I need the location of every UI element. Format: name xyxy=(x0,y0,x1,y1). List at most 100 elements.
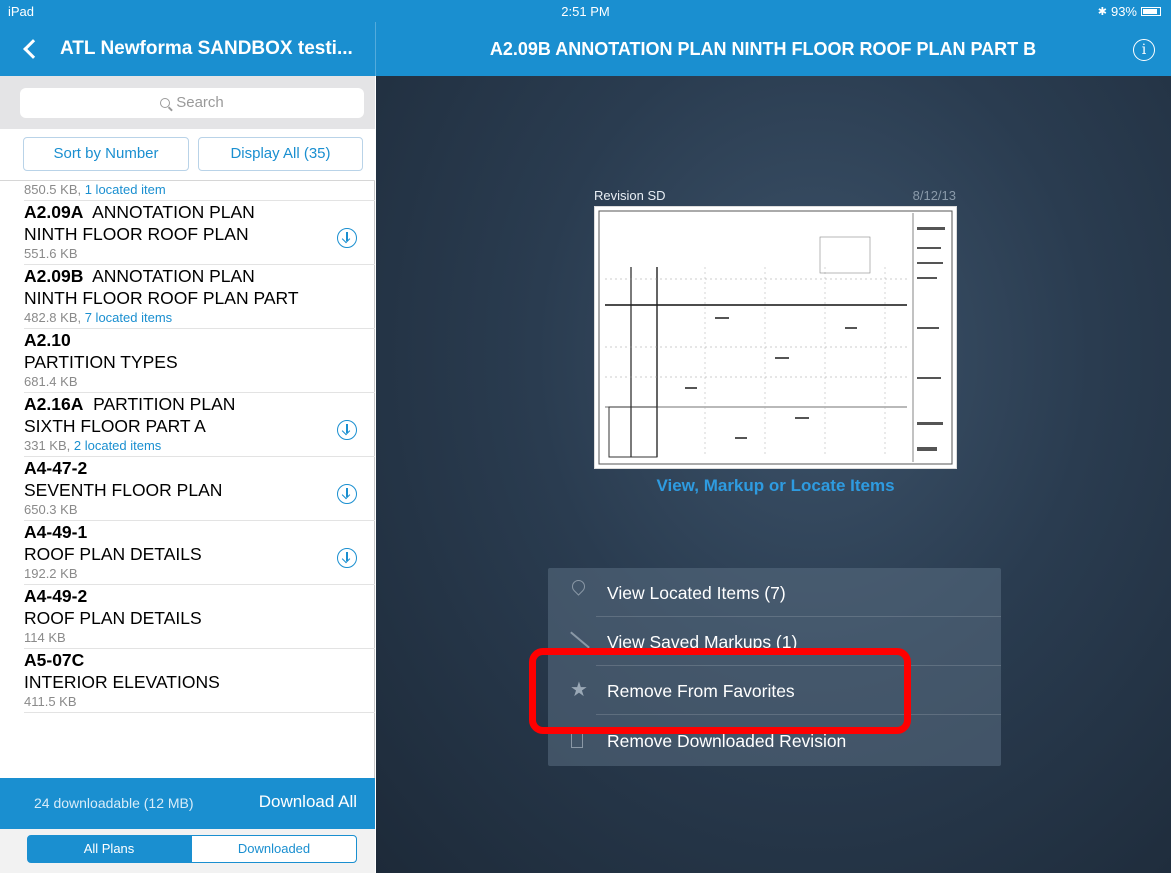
sort-by-number-button[interactable]: Sort by Number xyxy=(23,137,189,171)
download-icon[interactable] xyxy=(337,484,357,504)
item-title-line2: INTERIOR ELEVATIONS xyxy=(24,672,220,692)
list-item[interactable]: A2.09A ANNOTATION PLAN NINTH FLOOR ROOF … xyxy=(0,201,375,265)
sheet-title: A2.09B ANNOTATION PLAN NINTH FLOOR ROOF … xyxy=(489,39,1037,59)
item-title: A5-07C xyxy=(24,649,319,671)
list-item[interactable]: A2.10 PARTITION TYPES 681.4 KB xyxy=(0,329,375,393)
item-title: A2.10 xyxy=(24,329,319,351)
item-meta: 551.6 KB xyxy=(24,245,375,265)
item-size: 331 KB, xyxy=(24,438,74,453)
list-item[interactable]: 850.5 KB, 1 located item xyxy=(0,181,375,201)
item-number: A4-49-1 xyxy=(24,522,88,542)
battery-icon xyxy=(1141,7,1161,16)
item-title-inline: ANNOTATION PLAN xyxy=(92,266,255,286)
bluetooth-icon: ✱ xyxy=(1097,6,1107,18)
item-title: A4-49-2 xyxy=(24,585,319,607)
download-icon[interactable] xyxy=(337,548,357,568)
item-title: A4-47-2 xyxy=(24,457,319,479)
download-icon[interactable] xyxy=(337,228,357,248)
display-all-button[interactable]: Display All (35) xyxy=(198,137,363,171)
item-title-line2: NINTH FLOOR ROOF PLAN xyxy=(24,224,249,244)
project-nav: ATL Newforma SANDBOX testi... xyxy=(0,22,375,76)
item-title-line2: SEVENTH FLOOR PLAN xyxy=(24,480,223,500)
status-bar: iPad 2:51 PM ✱ 93% xyxy=(0,0,1171,22)
item-title-inline: PARTITION PLAN xyxy=(93,394,236,414)
item-title: A2.16A PARTITION PLAN xyxy=(24,393,319,415)
item-number: A2.10 xyxy=(24,330,71,350)
downloadable-info: 24 downloadable (12 MB) xyxy=(34,795,194,811)
location-pin-icon xyxy=(569,577,588,596)
item-title-line2: NINTH FLOOR ROOF PLAN PART xyxy=(24,288,299,308)
sort-bar: Sort by Number Display All (35) xyxy=(0,129,375,181)
view-located-items-button[interactable]: View Located Items (7) xyxy=(548,568,1001,617)
item-title-line2: ROOF PLAN DETAILS xyxy=(24,544,202,564)
item-size: 551.6 KB xyxy=(24,246,78,261)
item-number: A4-49-2 xyxy=(24,586,88,606)
segment-downloaded[interactable]: Downloaded xyxy=(191,835,357,863)
item-title-inline: ANNOTATION PLAN xyxy=(92,202,255,222)
list-item[interactable]: A4-49-1 ROOF PLAN DETAILS 192.2 KB xyxy=(0,521,375,585)
item-title-line2: ROOF PLAN DETAILS xyxy=(24,608,202,628)
item-number: A4-47-2 xyxy=(24,458,88,478)
located-items-link[interactable]: 7 located items xyxy=(85,310,172,325)
sheet-thumbnail[interactable] xyxy=(594,206,957,469)
top-bar: iPad 2:51 PM ✱ 93% ATL Newforma SANDBOX … xyxy=(0,0,1171,76)
item-size: 850.5 KB, xyxy=(24,182,85,197)
item-meta: 331 KB, 2 located items xyxy=(24,437,375,457)
item-meta: 114 KB xyxy=(24,629,375,649)
menu-item-label: View Located Items (7) xyxy=(607,583,786,603)
highlight-box xyxy=(529,648,911,734)
info-icon[interactable]: i xyxy=(1133,39,1155,61)
item-number: A5-07C xyxy=(24,650,85,670)
battery-percent: 93% xyxy=(1110,4,1137,19)
item-meta: 482.8 KB, 7 located items xyxy=(24,309,375,329)
item-size: 482.8 KB, xyxy=(24,310,85,325)
item-meta: 192.2 KB xyxy=(24,565,375,585)
item-meta: 411.5 KB xyxy=(24,693,375,713)
clock: 2:51 PM xyxy=(561,4,610,19)
located-items-link[interactable]: 2 located items xyxy=(74,438,161,453)
plans-list[interactable]: 850.5 KB, 1 located item A2.09A ANNOTATI… xyxy=(0,181,375,773)
revision-date: 8/12/13 xyxy=(912,188,956,203)
item-size: 114 KB xyxy=(24,630,66,645)
pencil-icon xyxy=(570,631,590,649)
drawing-preview xyxy=(598,210,953,465)
item-meta: 681.4 KB xyxy=(24,373,375,393)
search-bar: Search xyxy=(0,76,375,129)
plans-filter-segment: All Plans Downloaded xyxy=(0,829,375,873)
item-title: A2.09A ANNOTATION PLAN xyxy=(24,201,319,223)
search-input[interactable]: Search xyxy=(20,88,364,118)
search-icon xyxy=(160,98,171,108)
item-size: 192.2 KB xyxy=(24,566,78,581)
item-size: 411.5 KB xyxy=(24,694,77,709)
back-chevron-icon[interactable] xyxy=(23,39,43,59)
item-title-line2: SIXTH FLOOR PART A xyxy=(24,416,206,436)
item-size: 650.3 KB xyxy=(24,502,78,517)
battery-status: ✱ 93% xyxy=(1098,4,1161,19)
sheet-detail-panel: Revision SD 8/12/13 View, Markup or Loca… xyxy=(376,76,1171,873)
project-title[interactable]: ATL Newforma SANDBOX testi... xyxy=(60,38,353,60)
item-title-line2: PARTITION TYPES xyxy=(24,352,178,372)
menu-item-label: Remove Downloaded Revision xyxy=(607,731,847,751)
list-item[interactable]: A2.09B ANNOTATION PLAN NINTH FLOOR ROOF … xyxy=(0,265,375,329)
segment-all-plans[interactable]: All Plans xyxy=(27,835,191,863)
item-number: A2.09A xyxy=(24,202,84,222)
item-size: 681.4 KB xyxy=(24,374,78,389)
item-meta: 650.3 KB xyxy=(24,501,375,521)
list-item[interactable]: A2.16A PARTITION PLAN SIXTH FLOOR PART A… xyxy=(0,393,375,457)
list-item[interactable]: A4-49-2 ROOF PLAN DETAILS 114 KB xyxy=(0,585,375,649)
item-title: A2.09B ANNOTATION PLAN xyxy=(24,265,319,287)
revision-label: Revision SD xyxy=(594,188,666,203)
located-items-link[interactable]: 1 located item xyxy=(85,182,166,197)
list-item[interactable]: A5-07C INTERIOR ELEVATIONS 411.5 KB xyxy=(0,649,375,713)
item-number: A2.09B xyxy=(24,266,84,286)
item-meta: 850.5 KB, 1 located item xyxy=(24,181,375,201)
download-bar: 24 downloadable (12 MB) Download All xyxy=(0,778,375,829)
item-number: A2.16A xyxy=(24,394,84,414)
item-title: A4-49-1 xyxy=(24,521,319,543)
search-placeholder: Search xyxy=(176,94,224,111)
plans-list-panel: Search Sort by Number Display All (35) 8… xyxy=(0,76,375,873)
view-markup-link[interactable]: View, Markup or Locate Items xyxy=(594,476,957,496)
download-icon[interactable] xyxy=(337,420,357,440)
list-item[interactable]: A4-47-2 SEVENTH FLOOR PLAN 650.3 KB xyxy=(0,457,375,521)
download-all-button[interactable]: Download All xyxy=(259,792,357,812)
